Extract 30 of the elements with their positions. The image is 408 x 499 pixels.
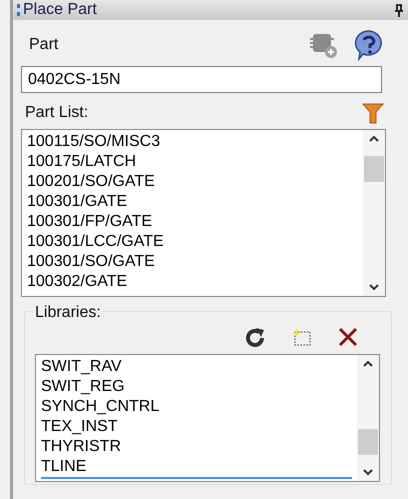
scroll-thumb[interactable] [358, 429, 378, 455]
list-item[interactable]: 100301/GATE [27, 192, 358, 212]
add-part-icon[interactable] [308, 31, 338, 59]
list-item[interactable]: 100175/LATCH [27, 152, 358, 172]
filter-icon[interactable] [362, 102, 384, 124]
field-label: Part [29, 35, 58, 55]
delete-icon[interactable] [337, 326, 359, 348]
part-input-field[interactable]: 0402CS-15N [21, 66, 382, 93]
list-item[interactable]: TEX_INST [41, 417, 352, 437]
list-item[interactable]: SWIT_RAV [41, 357, 352, 377]
list-item[interactable]: THYRISTR [41, 437, 352, 457]
pin-icon[interactable] [394, 4, 404, 18]
panel-title: Place Part [23, 0, 97, 20]
new-library-icon[interactable] [291, 326, 313, 348]
scrollbar[interactable] [357, 355, 379, 481]
list-item[interactable]: SYNCH_CNTRL [41, 397, 352, 417]
list-item[interactable]: TLINE [41, 457, 352, 479]
list-item[interactable]: 100301/FP/GATE [27, 212, 358, 232]
list-item[interactable]: SWIT_REG [41, 377, 352, 397]
scroll-thumb[interactable] [364, 156, 384, 182]
list-item[interactable]: 100301/LCC/GATE [27, 232, 358, 252]
help-icon[interactable] [354, 29, 384, 61]
list-item[interactable]: 100301/SO/GATE [27, 252, 358, 272]
field-label: Part List: [25, 103, 88, 123]
list-item[interactable]: 100115/SO/MISC3 [27, 132, 358, 152]
refresh-icon[interactable] [243, 326, 267, 350]
grip-icon[interactable] [17, 4, 20, 16]
list-item[interactable]: 100302/GATE [27, 272, 358, 292]
scrollbar[interactable] [363, 130, 385, 296]
list-item[interactable]: 100201/SO/GATE [27, 172, 358, 192]
